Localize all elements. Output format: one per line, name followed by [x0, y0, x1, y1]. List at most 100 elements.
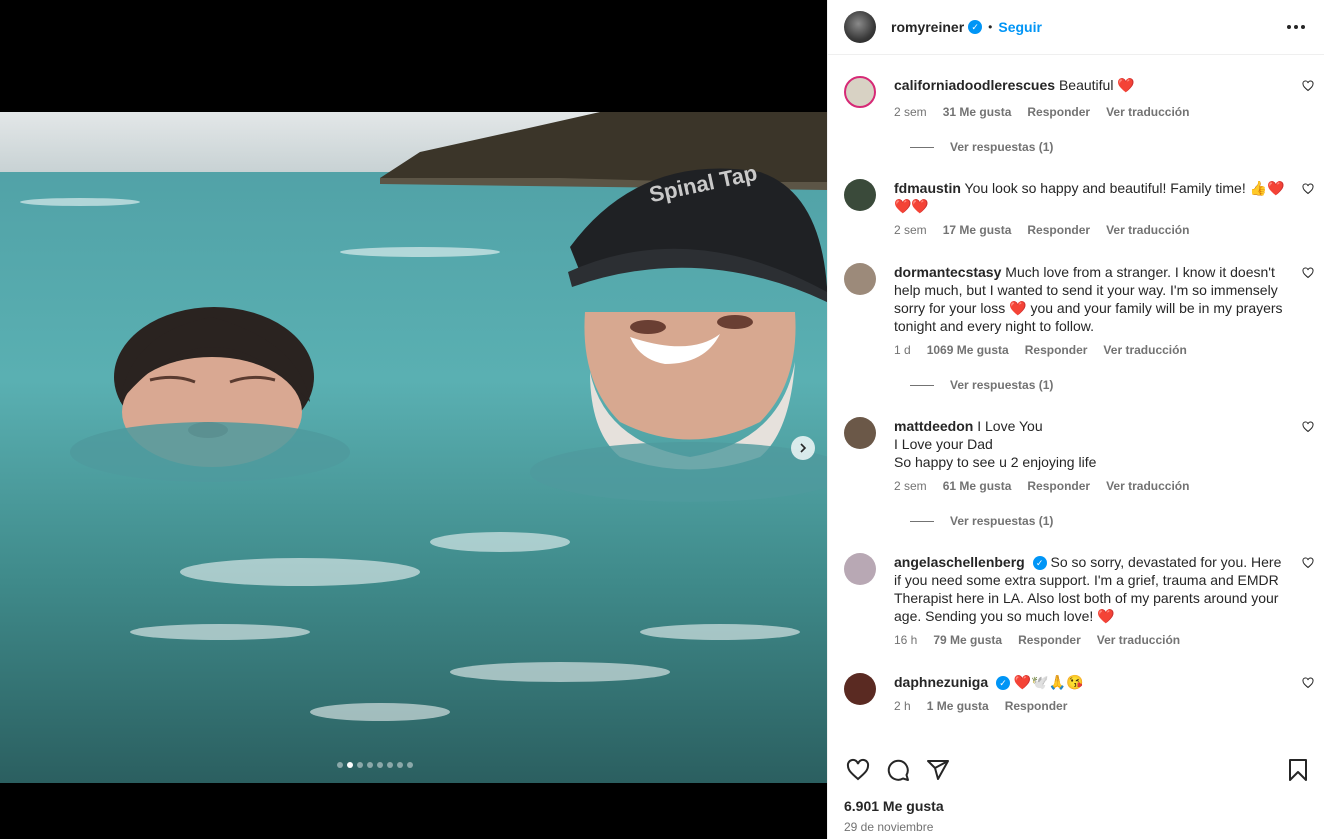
comment-like-heart-icon[interactable]: [1302, 183, 1314, 195]
comment-like-heart-icon[interactable]: [1302, 267, 1314, 279]
translate-button[interactable]: Ver traducción: [1106, 223, 1189, 237]
comment-icon: [887, 759, 909, 781]
view-replies-label: Ver respuestas (1): [950, 140, 1054, 154]
comment-time: 2 sem: [894, 223, 927, 237]
reply-button[interactable]: Responder: [1005, 699, 1068, 713]
comment-text: fdmaustin You look so happy and beautifu…: [894, 179, 1288, 215]
comment-meta: 2 h 1 Me gusta Responder: [894, 699, 1067, 713]
post-photo[interactable]: Spinal Tap: [0, 112, 827, 783]
view-replies-button[interactable]: Ver respuestas (1): [910, 378, 1053, 392]
author-username[interactable]: romyreiner: [891, 19, 964, 35]
like-button[interactable]: [844, 756, 872, 784]
commenter-avatar[interactable]: [844, 179, 876, 211]
comment-text: californiadoodlerescues Beautiful ❤️: [894, 76, 1288, 94]
comment-likes[interactable]: 1 Me gusta: [927, 699, 989, 713]
comment-meta: 1 d 1069 Me gusta Responder Ver traducci…: [894, 343, 1187, 357]
chevron-right-icon: [800, 443, 807, 453]
carousel-dot: [377, 762, 383, 768]
comment-text: dormantecstasy Much love from a stranger…: [894, 263, 1288, 335]
comment-meta: 2 sem 17 Me gusta Responder Ver traducci…: [894, 223, 1189, 237]
reply-button[interactable]: Responder: [1025, 343, 1088, 357]
comment-content: Beautiful: [1058, 77, 1114, 93]
comment-like-heart-icon[interactable]: [1302, 557, 1314, 569]
comment-likes[interactable]: 1069 Me gusta: [927, 343, 1009, 357]
verified-badge-icon: ✓: [968, 20, 983, 34]
carousel-dot: [407, 762, 413, 768]
comment-time: 2 h: [894, 699, 911, 713]
comment-likes[interactable]: 61 Me gusta: [943, 479, 1012, 493]
reply-button[interactable]: Responder: [1018, 633, 1081, 647]
replies-line: [910, 384, 934, 386]
comment-text: mattdeedon I Love You I Love your Dad So…: [894, 417, 1288, 471]
commenter-avatar[interactable]: [844, 553, 876, 585]
comment-meta: 2 sem 31 Me gusta Responder Ver traducci…: [894, 105, 1189, 119]
comment-item: dormantecstasy Much love from a stranger…: [844, 263, 1314, 403]
media-panel: Spinal Tap: [0, 0, 827, 839]
carousel-next-button[interactable]: [791, 436, 815, 460]
commenter-username[interactable]: daphnezuniga: [894, 674, 988, 690]
save-button[interactable]: [1284, 756, 1312, 784]
commenter-username[interactable]: mattdeedon: [894, 418, 973, 434]
carousel-dot: [337, 762, 343, 768]
view-replies-button[interactable]: Ver respuestas (1): [910, 140, 1053, 154]
comment-time: 2 sem: [894, 479, 927, 493]
comment-item: californiadoodlerescues Beautiful ❤️ 2 s…: [844, 76, 1314, 186]
comment-text: angelaschellenberg ✓ So so sorry, devast…: [894, 553, 1288, 625]
reply-button[interactable]: Responder: [1027, 105, 1090, 119]
translate-button[interactable]: Ver traducción: [1106, 105, 1189, 119]
carousel-dot-active: [347, 762, 353, 768]
comment-button[interactable]: [884, 756, 912, 784]
share-button[interactable]: [924, 756, 952, 784]
instagram-post-view: Spinal Tap romyreiner ✓ • Seguir califor…: [0, 0, 1324, 839]
commenter-username[interactable]: californiadoodlerescues: [894, 77, 1055, 93]
comment-emoji: ❤️🕊️🙏😘: [1013, 674, 1084, 690]
comment-meta: 16 h 79 Me gusta Responder Ver traducció…: [894, 633, 1180, 647]
comment-time: 16 h: [894, 633, 918, 647]
bookmark-icon: [1289, 759, 1307, 781]
author-avatar[interactable]: [844, 11, 876, 43]
comment-like-heart-icon[interactable]: [1302, 677, 1314, 689]
comment-time: 1 d: [894, 343, 911, 357]
comment-item: angelaschellenberg ✓ So so sorry, devast…: [844, 553, 1314, 653]
replies-line: [910, 146, 934, 148]
comment-meta: 2 sem 61 Me gusta Responder Ver traducci…: [894, 479, 1189, 493]
translate-button[interactable]: Ver traducción: [1106, 479, 1189, 493]
separator-dot: •: [988, 20, 993, 34]
verified-badge-icon: ✓: [996, 676, 1011, 691]
commenter-avatar[interactable]: [844, 673, 876, 705]
comment-like-heart-icon[interactable]: [1302, 421, 1314, 433]
commenter-avatar[interactable]: [844, 417, 876, 449]
post-date[interactable]: 29 de noviembre: [844, 820, 933, 834]
post-likes-count[interactable]: 6.901 Me gusta: [844, 798, 944, 814]
commenter-username[interactable]: dormantecstasy: [894, 264, 1001, 280]
carousel-dot: [397, 762, 403, 768]
commenter-username[interactable]: fdmaustin: [894, 180, 961, 196]
commenter-avatar[interactable]: [844, 76, 876, 108]
follow-button[interactable]: Seguir: [998, 19, 1042, 35]
reply-button[interactable]: Responder: [1027, 223, 1090, 237]
comment-content: You look so happy and beautiful! Family …: [964, 180, 1246, 196]
reply-button[interactable]: Responder: [1027, 479, 1090, 493]
translate-button[interactable]: Ver traducción: [1097, 633, 1180, 647]
share-icon: [927, 760, 949, 780]
view-replies-button[interactable]: Ver respuestas (1): [910, 514, 1053, 528]
comment-item: fdmaustin You look so happy and beautifu…: [844, 179, 1314, 249]
more-options-icon[interactable]: [1284, 25, 1308, 29]
carousel-indicators: [337, 762, 413, 768]
comment-likes[interactable]: 17 Me gusta: [943, 223, 1012, 237]
verified-badge-icon: ✓: [1032, 556, 1047, 571]
translate-button[interactable]: Ver traducción: [1103, 343, 1186, 357]
comment-likes[interactable]: 79 Me gusta: [933, 633, 1002, 647]
comment-item: daphnezuniga ✓ ❤️🕊️🙏😘 2 h 1 Me gusta Res…: [844, 673, 1314, 733]
commenter-username[interactable]: angelaschellenberg: [894, 554, 1025, 570]
commenter-avatar[interactable]: [844, 263, 876, 295]
post-side-panel: romyreiner ✓ • Seguir californiadoodlere…: [827, 0, 1324, 839]
view-replies-label: Ver respuestas (1): [950, 378, 1054, 392]
post-actions-bar: [844, 755, 1312, 785]
carousel-dot: [357, 762, 363, 768]
comment-content-line-3: So happy to see u 2 enjoying life: [894, 454, 1097, 470]
comment-like-heart-icon[interactable]: [1302, 80, 1314, 92]
heart-icon: [846, 758, 870, 781]
carousel-dot: [367, 762, 373, 768]
comment-likes[interactable]: 31 Me gusta: [943, 105, 1012, 119]
